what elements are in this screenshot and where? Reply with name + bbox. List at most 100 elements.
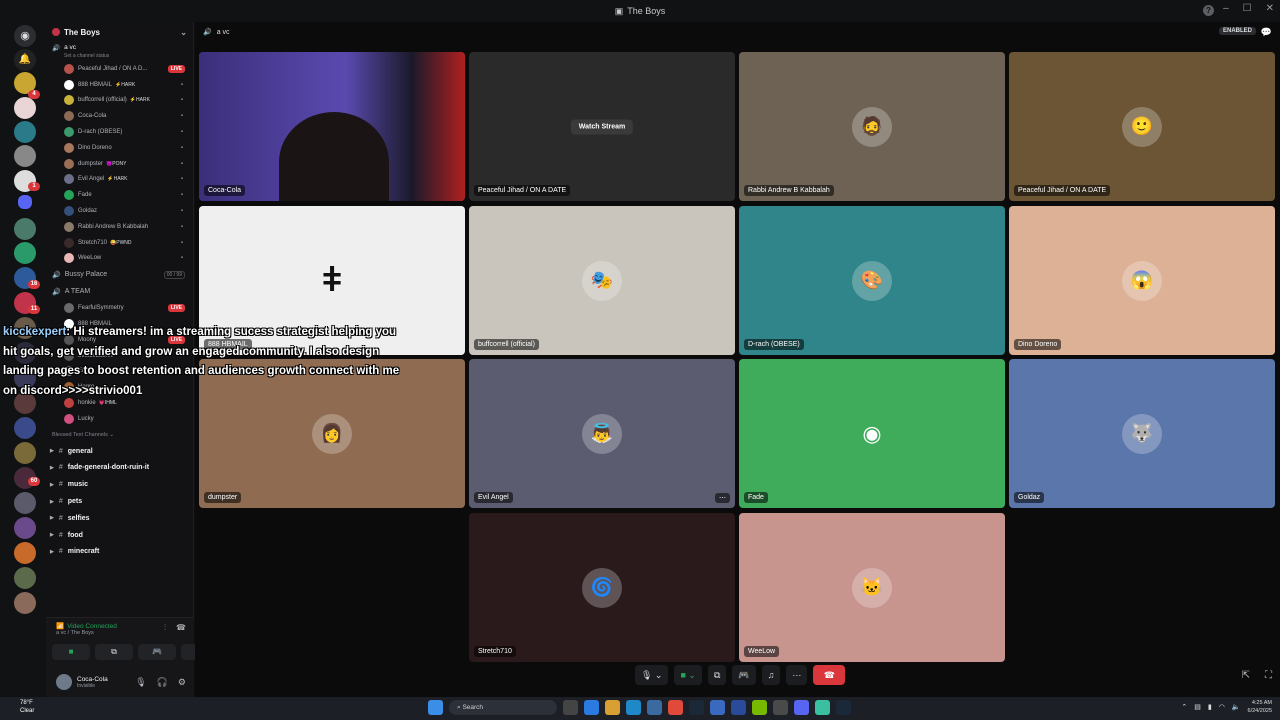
voice-member[interactable]: buffcorrell (official) ⚡HARK ▪ (46, 93, 193, 109)
participant-tile[interactable]: 🎨 D-rach (OBESE) (739, 206, 1005, 355)
server-icon[interactable] (14, 542, 36, 564)
server-icon[interactable] (14, 242, 36, 264)
server-icon[interactable] (14, 121, 36, 143)
voice-member[interactable]: Lucky (46, 411, 193, 427)
weather-widget[interactable]: 78°F Clear (20, 699, 34, 715)
text-category[interactable]: Blessed Text Channels ⌄ (46, 427, 193, 443)
gear-icon[interactable]: ⚙ (178, 677, 186, 688)
mute-button[interactable]: 🎙 ⌄ (635, 665, 669, 685)
minimize-icon[interactable]: – (1223, 3, 1229, 14)
participant-tile[interactable]: ◉ Fade (739, 359, 1005, 508)
watch-stream-button[interactable]: Watch Stream (570, 119, 634, 134)
voice-channel-a-vc[interactable]: 🔊 a vc (46, 42, 193, 53)
participant-tile[interactable]: 👼 Evil Angel ⋯ (469, 359, 735, 508)
camera-toggle-button[interactable]: ■ ⌄ (674, 665, 702, 685)
avatar[interactable] (56, 674, 72, 690)
participant-tile[interactable]: Coca-Cola (199, 52, 465, 201)
headphones-icon[interactable]: 🎧 (157, 677, 168, 688)
app-icon[interactable] (710, 700, 725, 715)
server-icon[interactable] (14, 492, 36, 514)
more-options-icon[interactable]: ⋯ (715, 493, 730, 503)
text-channel[interactable]: ▶ # food (46, 527, 193, 544)
voice-member[interactable]: dumpster 😈PONY ▪ (46, 156, 193, 172)
voice-member[interactable]: Coca-Cola ▪ (46, 108, 193, 124)
server-icon[interactable] (14, 218, 36, 240)
wifi-icon[interactable]: ◠ (1219, 703, 1225, 711)
file-explorer-icon[interactable] (605, 700, 620, 715)
voice-member[interactable]: Stretch710 😜PWND ▪ (46, 235, 193, 251)
discord-home-icon[interactable]: ◉ (14, 25, 36, 47)
channel-status[interactable]: Set a channel status (46, 53, 193, 61)
participant-tile[interactable]: 😱 Dino Doreno (1009, 206, 1275, 355)
voice-member[interactable]: Fade ▪ (46, 187, 193, 203)
activities-button[interactable]: 🎮 (732, 665, 756, 685)
server-icon[interactable] (14, 517, 36, 539)
copilot-icon[interactable] (584, 700, 599, 715)
popout-icon[interactable]: ⇱ (1242, 670, 1250, 681)
server-icon[interactable] (14, 417, 36, 439)
steam-icon[interactable] (836, 700, 851, 715)
voice-channel-bussy-palace[interactable]: 🔊 Bussy Palace 00 / 99 (46, 266, 193, 283)
voice-member[interactable]: Dino Doreno ▪ (46, 140, 193, 156)
battery-icon[interactable]: ▮ (1208, 703, 1212, 711)
fullscreen-icon[interactable]: ⛶ (1265, 670, 1272, 681)
notification-bell-icon[interactable]: 🔔 (14, 49, 36, 71)
screen-share-button[interactable]: ⧉ (95, 644, 133, 660)
close-icon[interactable]: ✕ (1266, 3, 1274, 14)
voice-member[interactable]: Peaceful Jihad / ON A D... LIVE (46, 61, 193, 77)
text-channel[interactable]: ▶ # selfies (46, 510, 193, 527)
text-channel[interactable]: ▶ # music (46, 476, 193, 493)
participant-tile[interactable]: 🌀 Stretch710 (469, 513, 735, 662)
microphone-icon[interactable]: 🎙 (135, 677, 146, 688)
participant-tile[interactable]: 🐺 Goldaz (1009, 359, 1275, 508)
nvidia-icon[interactable] (752, 700, 767, 715)
server-icon[interactable] (14, 567, 36, 589)
start-icon[interactable] (428, 700, 443, 715)
app-icon[interactable] (815, 700, 830, 715)
task-view-icon[interactable] (563, 700, 578, 715)
folder-icon[interactable] (18, 195, 32, 209)
camera-button[interactable]: ■ (52, 644, 90, 660)
end-call-button[interactable]: ☎ (813, 665, 846, 685)
server-icon[interactable] (14, 145, 36, 167)
voice-member[interactable]: FearfulSymmetry LIVE (46, 300, 193, 316)
discord-icon[interactable] (794, 700, 809, 715)
enabled-badge[interactable]: ENABLED (1218, 27, 1256, 35)
participant-tile[interactable]: 🐱 WeeLow (739, 513, 1005, 662)
text-channel[interactable]: ▶ # fade-general-dont-ruin-it (46, 460, 193, 477)
participant-tile[interactable]: 🙂 Peaceful Jihad / ON A DATE (1009, 52, 1275, 201)
disconnect-icon[interactable]: ☎ (176, 623, 186, 633)
user-panel[interactable]: Coca-Cola Invisible 🎙 🎧 ⚙ (46, 667, 194, 697)
chrome-icon[interactable] (668, 700, 683, 715)
server-icon[interactable] (14, 592, 36, 614)
app-icon[interactable] (773, 700, 788, 715)
edge-icon[interactable] (626, 700, 641, 715)
voice-member[interactable]: Rabbi Andrew B Kabbalah ▪ (46, 219, 193, 235)
store-icon[interactable] (647, 700, 662, 715)
help-icon[interactable]: ? (1203, 5, 1214, 16)
noise-suppression-icon[interactable]: ⫶ (164, 623, 166, 633)
more-options-button[interactable]: ⋯ (786, 665, 808, 685)
participant-tile[interactable]: Watch Stream Peaceful Jihad / ON A DATE (469, 52, 735, 201)
participant-tile[interactable]: 🧔 Rabbi Andrew B Kabbalah (739, 52, 1005, 201)
app-tray-icon[interactable]: ▤ (1194, 703, 1201, 711)
text-channel[interactable]: ▶ # general (46, 443, 193, 460)
screen-share-button[interactable]: ⧉ (707, 665, 727, 685)
voice-member[interactable]: D-rach (OBESE) ▪ (46, 124, 193, 140)
soundboard-button[interactable]: ♫ (761, 665, 781, 685)
guild-header[interactable]: The Boys ⌄ (46, 22, 193, 42)
voice-member[interactable]: WeeLow ▪ (46, 251, 193, 267)
server-icon[interactable] (14, 442, 36, 464)
taskbar-search[interactable]: ⌕ Search (449, 700, 557, 715)
activities-button[interactable]: 🎮 (138, 644, 176, 660)
maximize-icon[interactable]: ☐ (1243, 3, 1252, 14)
voice-member[interactable]: Evil Angel ⚡HARK ▪ (46, 172, 193, 188)
volume-icon[interactable]: 🔈 (1232, 703, 1241, 711)
voice-channel-a-team[interactable]: 🔊 A TEAM (46, 283, 193, 300)
chat-icon[interactable]: 💬 (1261, 27, 1272, 38)
chevron-up-icon[interactable]: ⌃ (1181, 703, 1187, 711)
voice-member[interactable]: Goldaz ▪ (46, 203, 193, 219)
participant-tile[interactable]: 🎭 buffcorrell (official) (469, 206, 735, 355)
steam-icon[interactable] (689, 700, 704, 715)
text-channel[interactable]: ▶ # pets (46, 493, 193, 510)
